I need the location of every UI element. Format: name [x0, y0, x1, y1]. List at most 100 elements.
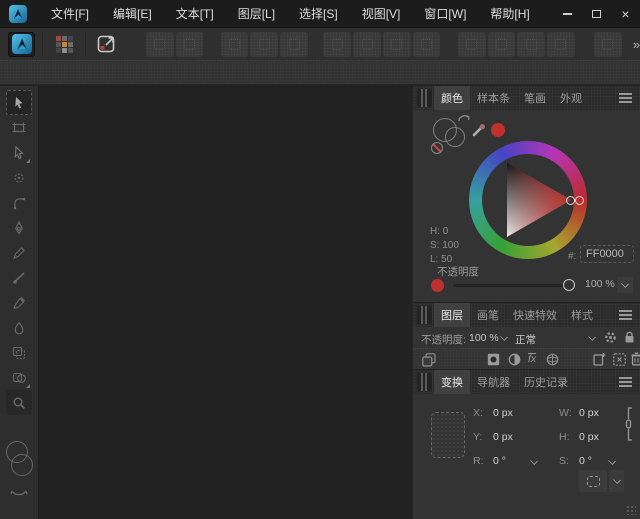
tab-quick-fx[interactable]: 快速特效: [506, 303, 564, 327]
move-tool[interactable]: [6, 90, 32, 115]
panel-drag-handle[interactable]: [417, 373, 432, 391]
menu-file[interactable]: 文件[F]: [39, 0, 101, 27]
hex-label: #:: [568, 251, 576, 262]
zoom-tool[interactable]: [6, 390, 32, 415]
corner-tool[interactable]: [6, 190, 32, 215]
opacity-dropdown-button[interactable]: [617, 277, 633, 293]
shape-tool[interactable]: [6, 365, 32, 390]
y-value[interactable]: 0 px: [493, 431, 513, 443]
shear-value[interactable]: 0 °: [579, 455, 592, 467]
toolbar-button-disabled-4: [250, 32, 278, 57]
close-button[interactable]: ×: [611, 0, 640, 27]
aspect-link-icon[interactable]: [625, 406, 633, 442]
rotation-value[interactable]: 0 °: [493, 455, 506, 467]
live-filter-icon[interactable]: [546, 353, 559, 366]
opacity-value: 100 %: [585, 278, 615, 290]
chevron-down-icon[interactable]: [530, 457, 538, 465]
toolbar-button-disabled-1: [146, 32, 174, 57]
layers-opacity-value[interactable]: 100 %: [469, 332, 499, 344]
layer-effects-icon[interactable]: fx: [528, 353, 536, 365]
chevron-down-icon[interactable]: [608, 457, 616, 465]
transparency-tool[interactable]: [6, 340, 32, 365]
chevron-down-icon: [621, 280, 629, 288]
designer-persona-button[interactable]: [8, 32, 36, 57]
pen-tool[interactable]: [6, 215, 32, 240]
tab-history[interactable]: 历史记录: [517, 370, 575, 394]
stroke-color-circle[interactable]: [445, 127, 465, 147]
maximize-button[interactable]: [582, 0, 611, 27]
panel-drag-handle[interactable]: [417, 89, 432, 107]
toolbar-icon: [289, 39, 300, 50]
menu-text[interactable]: 文本[T]: [164, 0, 226, 27]
minimize-button[interactable]: [553, 0, 582, 27]
opacity-slider-track[interactable]: [453, 284, 569, 287]
toolbar-button-disabled-10: [458, 32, 486, 57]
menu-help[interactable]: 帮助[H]: [478, 0, 541, 27]
eyedropper-icon[interactable]: [471, 122, 487, 138]
panel-resize-grip[interactable]: [626, 505, 636, 515]
swap-colors-icon[interactable]: [10, 489, 28, 499]
tab-layers[interactable]: 图层: [434, 303, 470, 327]
transform-mode-dropdown[interactable]: [609, 470, 624, 492]
anchor-point-selector[interactable]: [431, 412, 465, 458]
tab-appearance[interactable]: 外观: [553, 86, 589, 110]
no-color-icon[interactable]: [431, 142, 443, 154]
lock-icon[interactable]: [624, 331, 635, 344]
menu-select[interactable]: 选择[S]: [287, 0, 350, 27]
menu-layer[interactable]: 图层[L]: [226, 0, 287, 27]
chevron-down-icon[interactable]: [588, 333, 596, 341]
tab-color[interactable]: 颜色: [434, 86, 470, 110]
pencil-tool[interactable]: [6, 240, 32, 265]
marks-icon[interactable]: [613, 353, 626, 366]
panel-menu-icon[interactable]: [619, 377, 632, 387]
toolbar-overflow-icon[interactable]: »: [633, 37, 640, 52]
adjustment-layer-icon[interactable]: [508, 353, 521, 366]
artboard-tool[interactable]: [6, 115, 32, 140]
add-layer-icon[interactable]: [593, 352, 606, 366]
swap-colors-icon[interactable]: [457, 114, 471, 123]
tab-navigator[interactable]: 导航器: [470, 370, 517, 394]
point-transform-tool[interactable]: [6, 165, 32, 190]
w-value[interactable]: 0 px: [579, 407, 599, 419]
panel-drag-handle[interactable]: [417, 306, 432, 324]
mask-layer-icon[interactable]: [487, 353, 500, 366]
hex-color-input[interactable]: [580, 245, 634, 263]
menu-window[interactable]: 窗口[W]: [412, 0, 478, 27]
chevron-down-icon: [613, 476, 621, 484]
layers-stack-icon[interactable]: [422, 353, 436, 367]
transform-mode-button[interactable]: [579, 470, 607, 492]
hsl-triangle[interactable]: [482, 154, 574, 246]
vector-brush-tool[interactable]: [6, 265, 32, 290]
blend-mode-select[interactable]: 正常: [515, 332, 536, 347]
toolbar-icon: [332, 39, 343, 50]
fill-tool[interactable]: [6, 315, 32, 340]
triangle-selector-ring[interactable]: [566, 196, 575, 205]
tab-brushes[interactable]: 画笔: [470, 303, 506, 327]
hue-selector-ring[interactable]: [575, 196, 584, 205]
trash-icon[interactable]: [631, 352, 640, 366]
chevron-down-icon[interactable]: [500, 333, 508, 341]
tab-styles[interactable]: 样式: [564, 303, 600, 327]
current-color-swatch[interactable]: [491, 123, 505, 137]
opacity-slider-knob[interactable]: [563, 279, 575, 291]
point-transform-tool-icon: [11, 170, 27, 186]
node-tool[interactable]: [6, 140, 32, 165]
paint-brush-tool[interactable]: [6, 290, 32, 315]
tab-swatches[interactable]: 样本条: [470, 86, 517, 110]
tab-stroke[interactable]: 笔画: [517, 86, 553, 110]
menu-view[interactable]: 视图[V]: [350, 0, 413, 27]
menu-edit[interactable]: 编辑[E]: [101, 0, 164, 27]
stroke-color-circle[interactable]: [11, 454, 33, 476]
opacity-color-swatch[interactable]: [431, 279, 444, 292]
gear-icon[interactable]: [604, 331, 617, 344]
panel-menu-icon[interactable]: [619, 310, 632, 320]
tab-transform[interactable]: 变换: [434, 370, 470, 394]
tool-fill-stroke-selector[interactable]: [4, 441, 34, 487]
pixel-persona-button[interactable]: [50, 32, 78, 57]
context-toolbar: [0, 60, 640, 85]
export-persona-button[interactable]: [93, 32, 121, 57]
panel-menu-icon[interactable]: [619, 93, 632, 103]
h-value[interactable]: 0 px: [579, 431, 599, 443]
x-value[interactable]: 0 px: [493, 407, 513, 419]
transform-panel-header: 变换 导航器 历史记录: [413, 370, 640, 394]
